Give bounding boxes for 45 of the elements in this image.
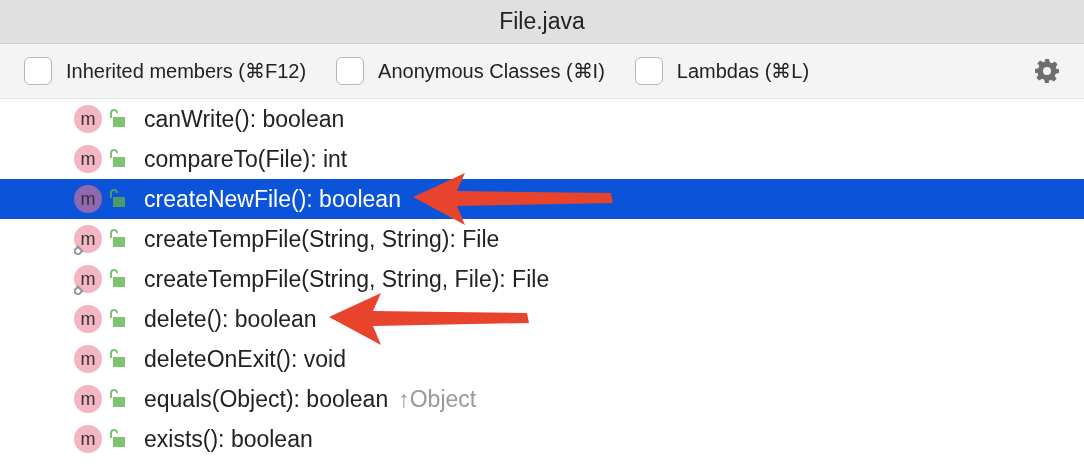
window-title: File.java <box>499 7 585 37</box>
member-name: deleteOnExit(): void <box>144 344 346 374</box>
member-name: canWrite(): boolean <box>144 104 345 134</box>
member-row[interactable]: m compareTo(File): int <box>0 139 1084 179</box>
member-name: createNewFile(): boolean <box>144 184 401 214</box>
member-name: createTempFile(String, String, File): File <box>144 264 550 294</box>
member-name: equals(Object): boolean <box>144 384 389 414</box>
method-icon: m <box>74 425 102 453</box>
member-row[interactable]: m canWrite(): boolean <box>0 99 1084 139</box>
method-icon: m <box>74 185 102 213</box>
lock-icon <box>110 269 125 287</box>
checkbox[interactable] <box>634 57 663 85</box>
member-name: compareTo(File): int <box>144 144 348 174</box>
member-name: exists(): boolean <box>144 424 313 454</box>
lock-icon <box>110 189 125 207</box>
member-row[interactable]: m createNewFile(): boolean <box>0 179 1084 219</box>
method-icon: m <box>74 345 102 373</box>
member-name: createTempFile(String, String): File <box>144 224 500 254</box>
lock-icon <box>110 389 125 407</box>
method-icon: m <box>74 225 102 253</box>
method-icon: m <box>74 145 102 173</box>
checkbox-label[interactable]: Anonymous Classes (⌘I) <box>378 56 605 86</box>
member-row[interactable]: m createTempFile(String, String, File): File <box>0 259 1084 299</box>
method-icon: m <box>74 105 102 133</box>
member-row[interactable]: m exists(): boolean <box>0 419 1084 459</box>
member-name: delete(): boolean <box>144 304 317 334</box>
member-row[interactable]: m equals(Object): boolean ↑Object <box>0 379 1084 419</box>
method-icon: m <box>74 265 102 293</box>
settings-icon[interactable] <box>1034 58 1060 84</box>
checkbox-label[interactable]: Lambdas (⌘L) <box>676 56 810 86</box>
lock-icon <box>110 229 125 247</box>
member-row[interactable]: m deleteOnExit(): void <box>0 339 1084 379</box>
method-icon: m <box>74 385 102 413</box>
lock-icon <box>110 109 125 127</box>
member-row[interactable]: m delete(): boolean <box>0 299 1084 339</box>
lock-icon <box>110 309 125 327</box>
checkbox[interactable] <box>336 57 365 85</box>
lock-icon <box>110 429 125 447</box>
member-row[interactable]: m createTempFile(String, String): File <box>0 219 1084 259</box>
lock-icon <box>110 149 125 167</box>
checkbox[interactable] <box>24 57 52 85</box>
method-icon: m <box>74 305 102 333</box>
lock-icon <box>110 349 125 367</box>
inherited-from-label: ↑Object <box>398 384 477 414</box>
checkbox-label[interactable]: Inherited members (⌘F12) <box>66 56 307 86</box>
